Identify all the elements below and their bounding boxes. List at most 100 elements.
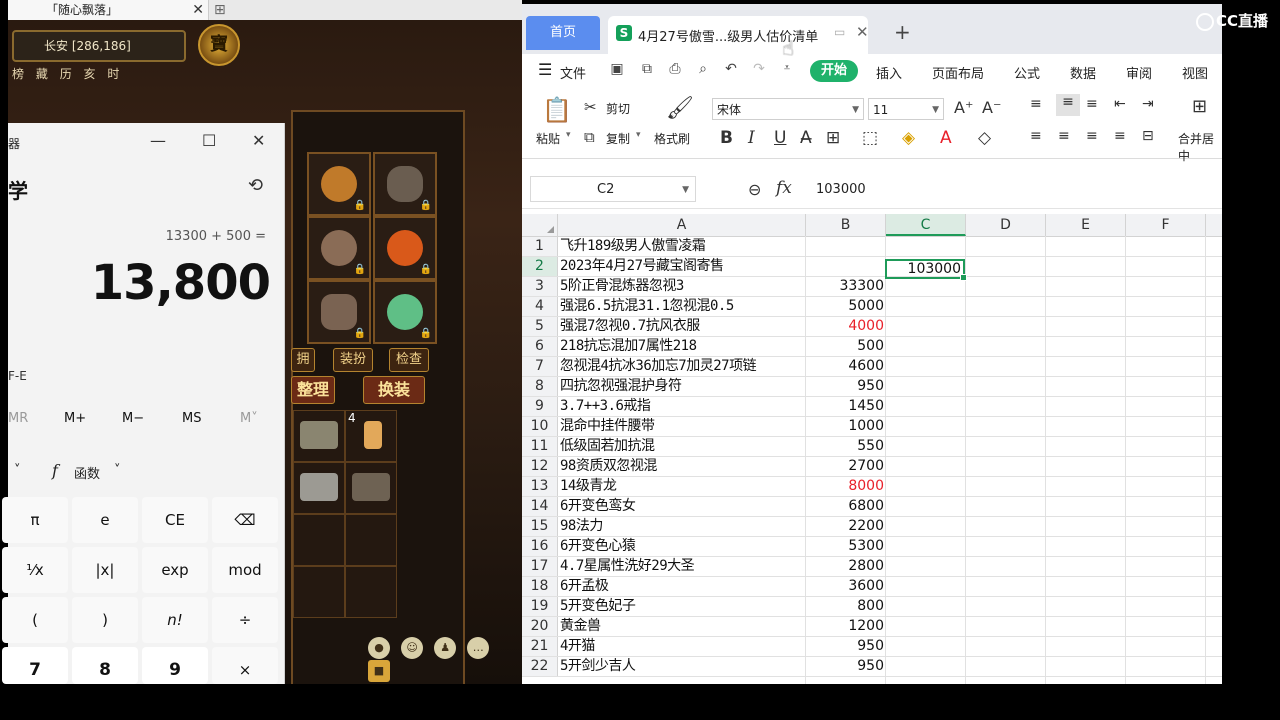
- memory-list-button[interactable]: M˅: [240, 411, 258, 426]
- menu-review[interactable]: 审阅: [1126, 63, 1152, 82]
- increase-font-icon[interactable]: A⁺: [954, 98, 973, 117]
- bag-slot[interactable]: [293, 462, 345, 514]
- bag-slot[interactable]: [345, 514, 397, 566]
- zoom-icon[interactable]: ⊖: [748, 180, 761, 199]
- rank-icon[interactable]: 榜: [12, 67, 24, 81]
- e-key[interactable]: e: [72, 497, 138, 543]
- calculator-mode[interactable]: 学: [8, 175, 28, 204]
- cell-b[interactable]: 950: [806, 657, 884, 676]
- column-header-c[interactable]: C: [886, 214, 966, 236]
- menu-page-layout[interactable]: 页面布局: [932, 63, 984, 82]
- row-header[interactable]: 13: [522, 477, 558, 496]
- cell-a[interactable]: 4开猫: [560, 637, 804, 656]
- cell-b[interactable]: [806, 257, 884, 276]
- fe-toggle[interactable]: F-E: [8, 369, 27, 383]
- cell-a[interactable]: 6开孟极: [560, 577, 804, 596]
- cell-b[interactable]: [806, 237, 884, 256]
- column-header-b[interactable]: B: [806, 214, 886, 236]
- column-header-d[interactable]: D: [966, 214, 1046, 236]
- table-row[interactable]: 18 6开孟极 3600: [522, 577, 1222, 597]
- cell-b[interactable]: 5000: [806, 297, 884, 316]
- fill-handle[interactable]: [960, 274, 967, 281]
- window-mode-icon[interactable]: ▭: [834, 25, 845, 39]
- table-row[interactable]: 15 98法力 2200: [522, 517, 1222, 537]
- digit-8-key[interactable]: 8: [72, 647, 138, 684]
- outdent-icon[interactable]: ⇤: [1114, 96, 1126, 112]
- friend-icon[interactable]: ☺: [401, 637, 424, 659]
- active-cell-c2[interactable]: 103000: [885, 259, 967, 281]
- equip-slot-orb[interactable]: 🔒: [373, 280, 437, 344]
- digit-9-key[interactable]: 9: [142, 647, 208, 684]
- menu-insert[interactable]: 插入: [876, 63, 902, 82]
- table-row[interactable]: 20 黄金兽 1200: [522, 617, 1222, 637]
- maximize-icon[interactable]: ☐: [202, 131, 216, 150]
- cell-b[interactable]: 950: [806, 377, 884, 396]
- row-header[interactable]: 18: [522, 577, 558, 596]
- row-header[interactable]: 8: [522, 377, 558, 396]
- table-row[interactable]: 2 2023年4月27号藏宝阁寄售: [522, 257, 1222, 277]
- menu-file[interactable]: 文件: [560, 63, 586, 82]
- bag-slot[interactable]: [293, 514, 345, 566]
- close-icon[interactable]: ✕: [252, 131, 265, 150]
- cut-button[interactable]: 剪切: [606, 100, 630, 117]
- cell-b[interactable]: 8000: [806, 477, 884, 496]
- cell-a[interactable]: 98法力: [560, 517, 804, 536]
- bold-icon[interactable]: B: [720, 128, 733, 148]
- bag-slot[interactable]: [293, 566, 345, 618]
- row-header[interactable]: 3: [522, 277, 558, 296]
- new-tab-icon[interactable]: +: [894, 20, 911, 44]
- paste-icon[interactable]: 📋: [542, 96, 572, 124]
- export-icon[interactable]: ⧉: [638, 61, 656, 79]
- cell-a[interactable]: 98资质双忽视混: [560, 457, 804, 476]
- preview-icon[interactable]: ⌕: [694, 61, 712, 79]
- table-row[interactable]: 17 4.7星属性洗好29大圣 2800: [522, 557, 1222, 577]
- cell-a[interactable]: 6开变色鸾女: [560, 497, 804, 516]
- table-row[interactable]: 9 3.7++3.6戒指 1450: [522, 397, 1222, 417]
- row-header[interactable]: 15: [522, 517, 558, 536]
- bag-icon[interactable]: ■: [368, 660, 390, 682]
- cell-a[interactable]: 5阶正骨混炼器忽视3: [560, 277, 804, 296]
- exp-key[interactable]: exp: [142, 547, 208, 593]
- menu-view[interactable]: 视图: [1182, 63, 1208, 82]
- digit-7-key[interactable]: 7: [2, 647, 68, 684]
- bag-slot[interactable]: [345, 566, 397, 618]
- column-header-a[interactable]: A: [558, 214, 806, 236]
- table-row[interactable]: 16 6开变色心猿 5300: [522, 537, 1222, 557]
- align-center-icon[interactable]: ≡: [1058, 128, 1070, 144]
- cell-a[interactable]: 2023年4月27号藏宝阁寄售: [560, 257, 804, 276]
- indent-icon[interactable]: ⇥: [1142, 96, 1154, 112]
- inspect-button[interactable]: 检查: [389, 348, 429, 372]
- tab-document[interactable]: S 4月27号傲雪...级男人估价清单 ▭ ✕: [608, 16, 869, 54]
- cell-a[interactable]: 4.7星属性洗好29大圣: [560, 557, 804, 576]
- row-header[interactable]: 5: [522, 317, 558, 336]
- table-row[interactable]: 14 6开变色鸾女 6800: [522, 497, 1222, 517]
- equip-slot-charm[interactable]: 🔒: [373, 216, 437, 280]
- tab-home[interactable]: 首页: [526, 16, 600, 50]
- formula-input[interactable]: 103000: [816, 182, 866, 197]
- print-icon[interactable]: ⎙: [666, 61, 684, 79]
- underline-icon[interactable]: U: [774, 128, 786, 148]
- cell-a[interactable]: 5开变色妃子: [560, 597, 804, 616]
- row-header[interactable]: 6: [522, 337, 558, 356]
- cell-b[interactable]: 2800: [806, 557, 884, 576]
- chat-icon[interactable]: …: [467, 637, 490, 659]
- bag-slot[interactable]: [293, 410, 345, 462]
- cell-a[interactable]: 5开剑少吉人: [560, 657, 804, 676]
- row-header[interactable]: 9: [522, 397, 558, 416]
- cell-b[interactable]: 4600: [806, 357, 884, 376]
- format-painter-icon[interactable]: 🖌: [666, 96, 694, 121]
- row-header[interactable]: 1: [522, 237, 558, 256]
- border-icon[interactable]: ⊞: [826, 128, 840, 148]
- mod-key[interactable]: mod: [212, 547, 278, 593]
- align-right-icon[interactable]: ≡: [1086, 128, 1098, 144]
- save-icon[interactable]: ▣: [608, 61, 626, 79]
- equip-slot-necklace[interactable]: 🔒: [373, 152, 437, 216]
- table-row[interactable]: 13 14级青龙 8000: [522, 477, 1222, 497]
- history-icon[interactable]: ⟲: [248, 175, 263, 196]
- cell-a[interactable]: 14级青龙: [560, 477, 804, 496]
- equip-slot-helmet[interactable]: 🔒: [307, 152, 371, 216]
- format-painter-button[interactable]: 格式刷: [654, 130, 690, 147]
- cell-b[interactable]: 2700: [806, 457, 884, 476]
- redo-icon[interactable]: ↷: [750, 61, 768, 79]
- align-left-icon[interactable]: ≡: [1030, 128, 1042, 144]
